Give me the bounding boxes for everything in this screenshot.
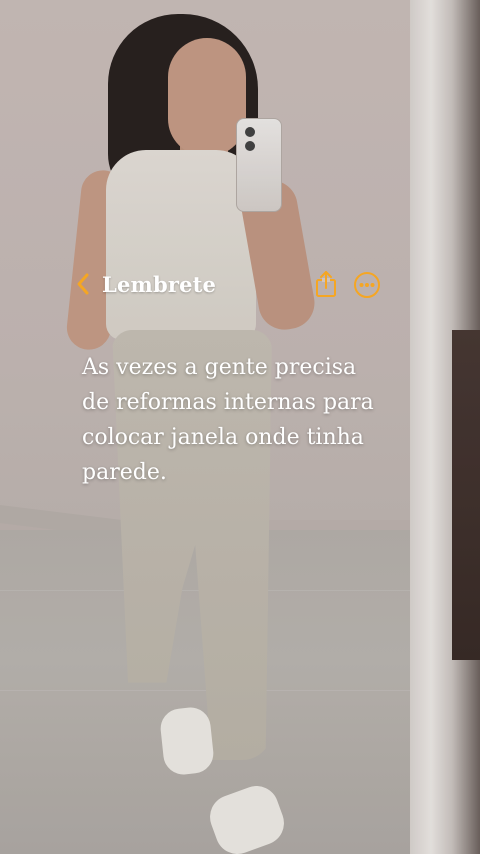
share-button[interactable]	[310, 268, 342, 300]
more-horizontal-icon	[354, 272, 380, 298]
note-line: colocar janela onde tinha	[82, 425, 364, 450]
chevron-left-icon	[72, 266, 94, 302]
share-icon	[316, 271, 336, 297]
more-button[interactable]	[352, 270, 382, 300]
note-toolbar: Lembrete	[72, 266, 392, 302]
note-line: As vezes a gente precisa	[82, 355, 357, 380]
back-button[interactable]: Lembrete	[72, 266, 216, 302]
note-line: de reformas internas para	[82, 390, 374, 415]
note-line: parede.	[82, 460, 167, 485]
note-body[interactable]: As vezes a gente precisa de reformas int…	[82, 350, 412, 490]
back-button-label: Lembrete	[102, 271, 217, 297]
